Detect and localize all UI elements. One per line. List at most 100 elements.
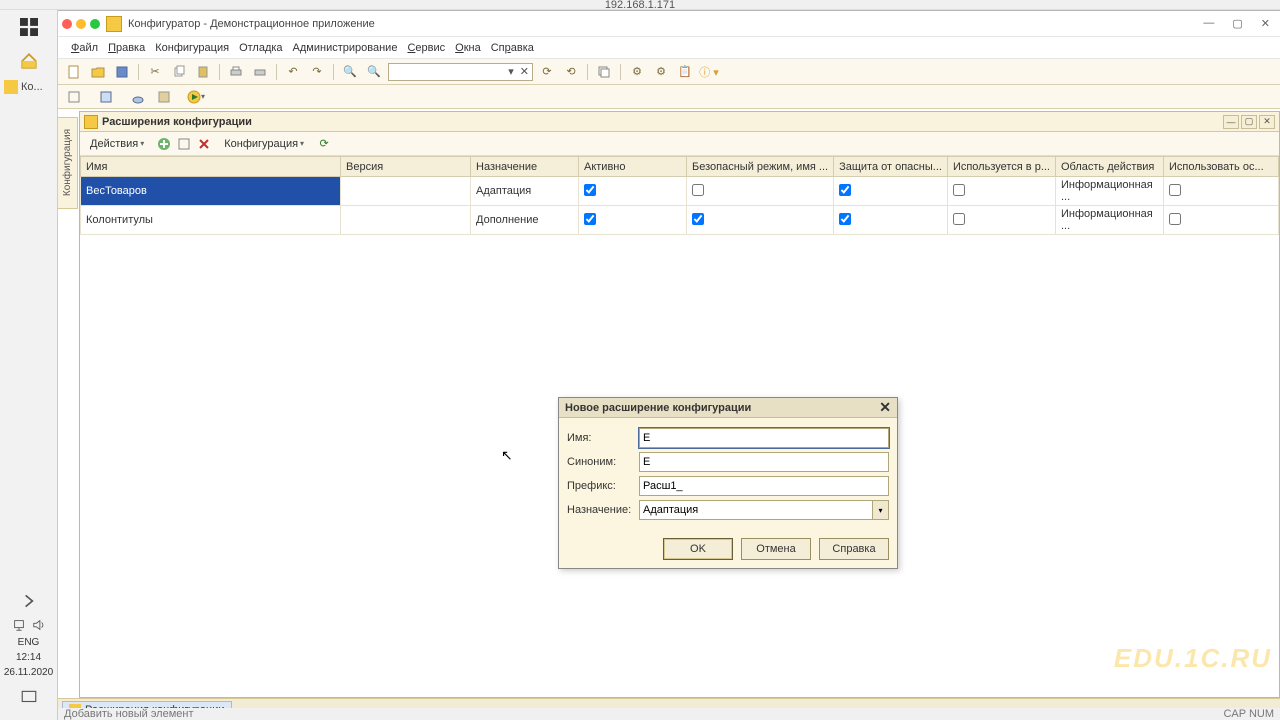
help-button[interactable]: Справка: [819, 538, 889, 560]
col-name[interactable]: Имя: [81, 157, 341, 177]
taskbar-app-item[interactable]: Ко...: [0, 78, 57, 96]
menu-admin[interactable]: Администрирование: [290, 40, 401, 56]
prefix-input[interactable]: [639, 476, 889, 496]
panel-icon: [84, 115, 98, 129]
synonym-input[interactable]: [639, 452, 889, 472]
menu-config[interactable]: Конфигурация: [152, 40, 232, 56]
actions-dropdown[interactable]: Действия: [86, 135, 148, 153]
label-prefix: Префикс:: [567, 480, 639, 492]
sound-icon[interactable]: [32, 618, 46, 635]
tb2-icon-2[interactable]: [96, 87, 116, 107]
label-synonym: Синоним:: [567, 456, 639, 468]
nav-icon[interactable]: ⟲: [561, 62, 581, 82]
maximize-button[interactable]: ▢: [1232, 17, 1242, 30]
menu-service[interactable]: Сервис: [404, 40, 448, 56]
ok-button[interactable]: OK: [663, 538, 733, 560]
panel-toolbar: Действия Конфигурация ⟳: [80, 132, 1279, 156]
menubar: Файл Правка Конфигурация Отладка Админис…: [58, 37, 1280, 59]
side-tab-config[interactable]: Конфигурация: [58, 117, 78, 209]
windows-icon[interactable]: [594, 62, 614, 82]
titlebar: Конфигуратор - Демонстрационное приложен…: [58, 11, 1280, 37]
add-icon[interactable]: [156, 136, 172, 152]
window-title: Конфигуратор - Демонстрационное приложен…: [128, 18, 375, 30]
col-active[interactable]: Активно: [579, 157, 687, 177]
cancel-button[interactable]: Отмена: [741, 538, 811, 560]
col-used[interactable]: Используется в р...: [947, 157, 1055, 177]
table-header: Имя Версия Назначение Активно Безопасный…: [81, 157, 1279, 177]
calc-icon[interactable]: ⚙: [651, 62, 671, 82]
start-icon[interactable]: [7, 10, 51, 44]
table-row[interactable]: КолонтитулыДополнениеИнформационная ...: [81, 206, 1279, 235]
col-purpose[interactable]: Назначение: [471, 157, 579, 177]
panel-maximize[interactable]: ▢: [1241, 115, 1257, 129]
statusbar: Добавить новый элементCAP NUM: [58, 708, 1280, 720]
panel-close[interactable]: ✕: [1259, 115, 1275, 129]
col-scope[interactable]: Область действия: [1056, 157, 1164, 177]
copy-icon[interactable]: [169, 62, 189, 82]
delete-icon[interactable]: [196, 136, 212, 152]
calendar-icon[interactable]: 📋: [675, 62, 695, 82]
menu-debug[interactable]: Отладка: [236, 40, 285, 56]
taskbar: Ко... ENG 12:14 26.11.2020: [0, 10, 58, 720]
col-version[interactable]: Версия: [341, 157, 471, 177]
network-icon[interactable]: [12, 618, 26, 635]
menu-help[interactable]: Справка: [488, 40, 537, 56]
panel-minimize[interactable]: —: [1223, 115, 1239, 129]
lang-indicator[interactable]: ENG: [18, 637, 40, 648]
search-input[interactable]: ▾✕: [388, 63, 533, 81]
name-input[interactable]: [639, 428, 889, 448]
content-area: Конфигурация Расширения конфигурации — ▢…: [58, 109, 1280, 698]
watermark: EDU.1C.RU: [1114, 643, 1272, 674]
mac-traffic-lights[interactable]: [62, 19, 100, 29]
print-icon[interactable]: [226, 62, 246, 82]
chevron-right-icon[interactable]: [7, 584, 51, 618]
paste-icon[interactable]: [193, 62, 213, 82]
extensions-table: Имя Версия Назначение Активно Безопасный…: [80, 156, 1279, 235]
label-name: Имя:: [567, 432, 639, 444]
menu-file[interactable]: Файл: [68, 40, 101, 56]
table-row[interactable]: ВесТоваровАдаптацияИнформационная ...: [81, 177, 1279, 206]
print-preview-icon[interactable]: [250, 62, 270, 82]
clear-icon[interactable]: ✕: [517, 65, 532, 78]
col-useos[interactable]: Использовать ос...: [1164, 157, 1279, 177]
dialog-close-icon[interactable]: ✕: [879, 399, 891, 416]
refresh-panel-icon[interactable]: ⟳: [316, 136, 332, 152]
help-icon[interactable]: ⓘ ▾: [699, 62, 719, 82]
dropdown-icon[interactable]: ▾: [505, 65, 517, 78]
new-extension-dialog: Новое расширение конфигурации ✕ Имя: Син…: [558, 397, 898, 569]
clock-date: 26.11.2020: [4, 667, 53, 678]
tb2-icon-4[interactable]: [154, 87, 174, 107]
tb2-icon-1[interactable]: [64, 87, 84, 107]
config-dropdown[interactable]: Конфигурация: [220, 135, 308, 153]
menu-windows[interactable]: Окна: [452, 40, 484, 56]
app-icon: [106, 16, 122, 32]
save-icon[interactable]: [112, 62, 132, 82]
find-replace-icon[interactable]: 🔍: [340, 62, 360, 82]
open-icon[interactable]: [88, 62, 108, 82]
syntax-icon[interactable]: ⚙: [627, 62, 647, 82]
col-protect[interactable]: Защита от опасны...: [834, 157, 948, 177]
panel-titlebar: Расширения конфигурации — ▢ ✕: [80, 112, 1279, 132]
clock-time: 12:14: [16, 652, 41, 663]
minimize-button[interactable]: —: [1203, 17, 1214, 30]
run-icon[interactable]: ▾: [186, 87, 206, 107]
main-toolbar: ✂ ↶ ↷ 🔍 🔍 ▾✕ ⟳ ⟲ ⚙ ⚙ 📋 ⓘ ▾: [58, 59, 1280, 85]
dialog-title: Новое расширение конфигурации ✕: [559, 398, 897, 418]
notifications-icon[interactable]: [7, 680, 51, 714]
secondary-toolbar: ▾: [58, 85, 1280, 109]
browser-bar: 192.168.1.171: [0, 0, 1280, 10]
tb2-icon-3[interactable]: [128, 87, 148, 107]
menu-edit[interactable]: Правка: [105, 40, 148, 56]
home-icon[interactable]: [7, 44, 51, 78]
new-icon[interactable]: [64, 62, 84, 82]
cut-icon[interactable]: ✂: [145, 62, 165, 82]
close-button[interactable]: ✕: [1261, 17, 1270, 30]
purpose-select[interactable]: Адаптация▾: [639, 500, 889, 520]
redo-icon[interactable]: ↷: [307, 62, 327, 82]
refresh-icon[interactable]: ⟳: [537, 62, 557, 82]
edit-icon[interactable]: [176, 136, 192, 152]
col-safe[interactable]: Безопасный режим, имя ...: [687, 157, 834, 177]
zoom-icon[interactable]: 🔍: [364, 62, 384, 82]
dropdown-arrow-icon[interactable]: ▾: [872, 501, 888, 519]
undo-icon[interactable]: ↶: [283, 62, 303, 82]
